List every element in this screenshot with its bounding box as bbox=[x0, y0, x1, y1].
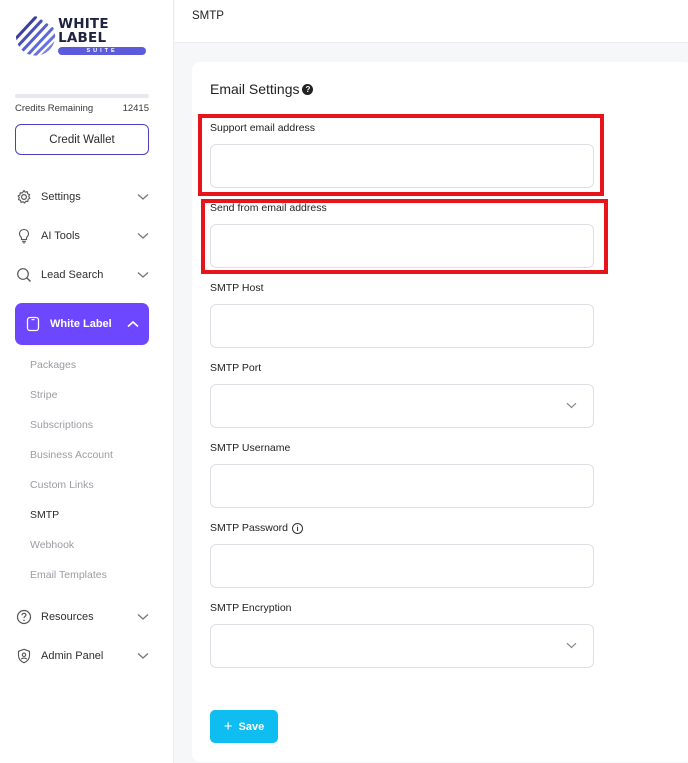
smtp-host-input[interactable] bbox=[210, 304, 594, 348]
nav-settings-label: Settings bbox=[41, 191, 81, 203]
chevron-down-icon bbox=[137, 269, 149, 281]
brand-name: WHITE LABEL bbox=[58, 16, 109, 46]
credit-wallet-button[interactable]: Credit Wallet bbox=[15, 124, 149, 155]
credits-row: Credits Remaining 12415 bbox=[15, 103, 149, 114]
nav-ai-tools[interactable]: AI Tools bbox=[15, 225, 149, 247]
nav-ai-tools-label: AI Tools bbox=[41, 230, 80, 242]
top-bar: SMTP bbox=[175, 0, 688, 43]
highlight-box-support-email bbox=[198, 114, 604, 196]
smtp-password-label-row: SMTP Password i bbox=[210, 522, 303, 534]
sub-item-business-account[interactable]: Business Account bbox=[30, 449, 113, 461]
chevron-down-icon bbox=[566, 400, 577, 412]
section-title: Email Settings ? bbox=[210, 81, 314, 97]
nav-admin-panel[interactable]: Admin Panel bbox=[15, 645, 149, 667]
shield-user-icon bbox=[15, 647, 33, 665]
chevron-down-icon bbox=[137, 611, 149, 623]
search-icon bbox=[15, 266, 33, 284]
sub-item-smtp[interactable]: SMTP bbox=[30, 509, 59, 521]
nav-resources[interactable]: Resources bbox=[15, 606, 149, 628]
chevron-down-icon bbox=[137, 191, 149, 203]
sub-item-webhook[interactable]: Webhook bbox=[30, 539, 74, 551]
highlight-box-send-from-email bbox=[201, 199, 608, 274]
section-title-text: Email Settings bbox=[210, 81, 300, 97]
credits-label: Credits Remaining bbox=[15, 103, 94, 114]
credits-value: 12415 bbox=[122, 103, 149, 114]
sub-item-custom-links[interactable]: Custom Links bbox=[30, 479, 94, 491]
tablet-icon bbox=[24, 315, 42, 333]
sub-item-stripe[interactable]: Stripe bbox=[30, 389, 57, 401]
nav-lead-search[interactable]: Lead Search bbox=[15, 264, 149, 286]
gear-icon bbox=[15, 188, 33, 206]
save-button[interactable]: + Save bbox=[210, 710, 278, 743]
chevron-up-icon bbox=[127, 320, 139, 328]
chevron-down-icon bbox=[137, 650, 149, 662]
smtp-password-label: SMTP Password bbox=[210, 522, 288, 534]
smtp-encryption-label: SMTP Encryption bbox=[210, 602, 292, 614]
sub-item-subscriptions[interactable]: Subscriptions bbox=[30, 419, 93, 431]
chevron-down-icon bbox=[566, 640, 577, 652]
smtp-username-input[interactable] bbox=[210, 464, 594, 508]
bulb-icon bbox=[15, 227, 33, 245]
plus-icon: + bbox=[223, 718, 233, 735]
nav-white-label[interactable]: White Label bbox=[15, 303, 149, 345]
smtp-port-label: SMTP Port bbox=[210, 362, 262, 374]
credits-progress-bar bbox=[15, 94, 149, 98]
page-title: SMTP bbox=[192, 10, 224, 22]
smtp-port-select[interactable] bbox=[210, 384, 594, 428]
logo-stripes-icon bbox=[15, 16, 56, 56]
sidebar: WHITE LABEL SUITE Credits Remaining 1241… bbox=[0, 0, 174, 763]
nav-resources-label: Resources bbox=[41, 611, 94, 623]
help-icon[interactable]: ? bbox=[302, 83, 314, 95]
nav-lead-search-label: Lead Search bbox=[41, 269, 104, 281]
brand-tagline: SUITE bbox=[58, 47, 147, 55]
nav-settings[interactable]: Settings bbox=[15, 186, 149, 208]
sub-item-packages[interactable]: Packages bbox=[30, 359, 76, 371]
smtp-username-label: SMTP Username bbox=[210, 442, 291, 454]
sub-item-email-templates[interactable]: Email Templates bbox=[30, 569, 107, 581]
nav-admin-panel-label: Admin Panel bbox=[41, 650, 104, 662]
brand-logo[interactable]: WHITE LABEL SUITE bbox=[15, 14, 155, 58]
nav-white-label-label: White Label bbox=[50, 318, 112, 330]
chevron-down-icon bbox=[137, 230, 149, 242]
smtp-encryption-select[interactable] bbox=[210, 624, 594, 668]
save-button-label: Save bbox=[238, 720, 265, 733]
smtp-host-label: SMTP Host bbox=[210, 282, 264, 294]
info-icon[interactable]: i bbox=[292, 522, 303, 534]
help-icon bbox=[15, 608, 33, 626]
smtp-password-input[interactable] bbox=[210, 544, 594, 588]
